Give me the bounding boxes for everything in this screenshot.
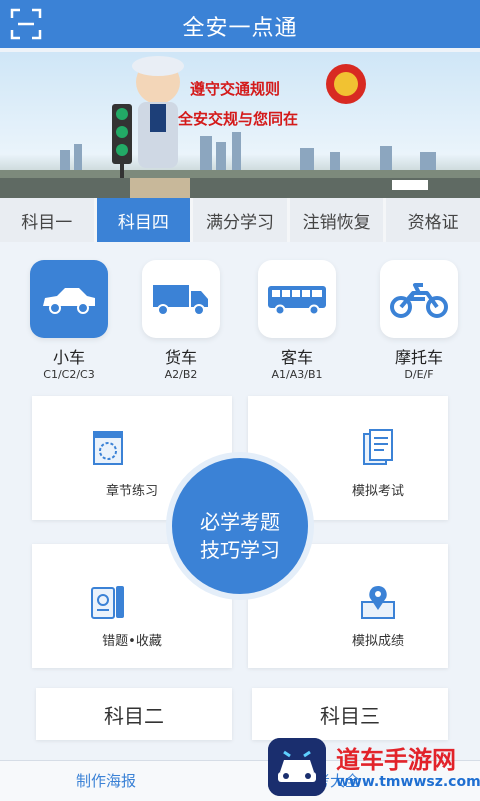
watermark-name: 道车手游网 xyxy=(336,746,456,774)
truck-icon xyxy=(142,260,220,338)
tab-full-score[interactable]: 满分学习 xyxy=(193,198,287,242)
vehicle-car-license: C1/C2/C3 xyxy=(43,368,95,381)
skill-learning-line-1: 必学考题 xyxy=(200,510,280,534)
tab-qualification[interactable]: 资格证 xyxy=(386,198,480,242)
vehicle-car-name: 小车 xyxy=(52,348,85,367)
vehicle-car[interactable]: 小车 C1/C2/C3 xyxy=(24,256,114,381)
mock-score-icon xyxy=(358,582,398,626)
subject-2-button[interactable]: 科目二 xyxy=(36,688,232,740)
vehicle-truck[interactable]: 货车 A2/B2 xyxy=(136,256,226,381)
app-title: 全安一点通 xyxy=(182,16,298,41)
vehicle-truck-license: A2/B2 xyxy=(164,368,198,381)
vehicle-bus-license: A1/A3/B1 xyxy=(271,368,323,381)
vehicle-truck-name: 货车 xyxy=(164,348,197,367)
skill-learning-button[interactable]: 必学考题 技巧学习 xyxy=(166,452,314,600)
vehicle-motorcycle-license: D/E/F xyxy=(404,368,434,381)
skill-learning-line-2: 技巧学习 xyxy=(200,538,280,562)
tab-cancel-restore[interactable]: 注销恢复 xyxy=(289,198,384,242)
banner-image: 遵守交通规则 全安交规与您同在 xyxy=(0,52,480,198)
banner-slogan-1: 遵守交通规则 xyxy=(190,80,280,98)
bus-icon xyxy=(258,260,336,338)
subject-3-button[interactable]: 科目三 xyxy=(252,688,448,740)
watermark-logo-icon xyxy=(268,738,326,796)
watermark-url: www.tmwwsz.com xyxy=(336,774,480,790)
tab-subject-1[interactable]: 科目一 xyxy=(0,198,94,242)
mock-exam-icon xyxy=(358,428,398,472)
car-icon xyxy=(30,260,108,338)
chapter-practice-icon xyxy=(88,428,128,472)
vehicle-motorcycle-name: 摩托车 xyxy=(394,348,443,367)
vehicle-bus[interactable]: 客车 A1/A3/B1 xyxy=(252,256,342,381)
vehicle-bus-name: 客车 xyxy=(280,348,313,367)
mistakes-icon xyxy=(88,582,128,626)
tab-subject-4[interactable]: 科目四 xyxy=(96,198,191,242)
motorcycle-icon xyxy=(380,260,458,338)
mock-score-label: 模拟成绩 xyxy=(351,634,404,649)
vehicle-motorcycle[interactable]: 摩托车 D/E/F xyxy=(374,256,464,381)
make-poster-link[interactable]: 制作海报 xyxy=(76,770,136,791)
banner[interactable]: 遵守交通规则 全安交规与您同在 xyxy=(0,52,480,198)
mock-exam-label: 模拟考试 xyxy=(351,484,404,499)
watermark: 道车手游网 www.tmwwsz.com xyxy=(266,734,480,800)
app-header: 全安一点通 xyxy=(0,0,480,48)
mistakes-label: 错题•收藏 xyxy=(102,634,162,649)
banner-slogan-2: 全安交规与您同在 xyxy=(177,110,298,128)
subject-tabs: 科目一 科目四 满分学习 注销恢复 资格证 xyxy=(0,198,480,242)
vehicle-selector: 小车 C1/C2/C3 货车 A2/B2 客车 A1/A3/B1 摩托车 D/E… xyxy=(0,256,480,386)
